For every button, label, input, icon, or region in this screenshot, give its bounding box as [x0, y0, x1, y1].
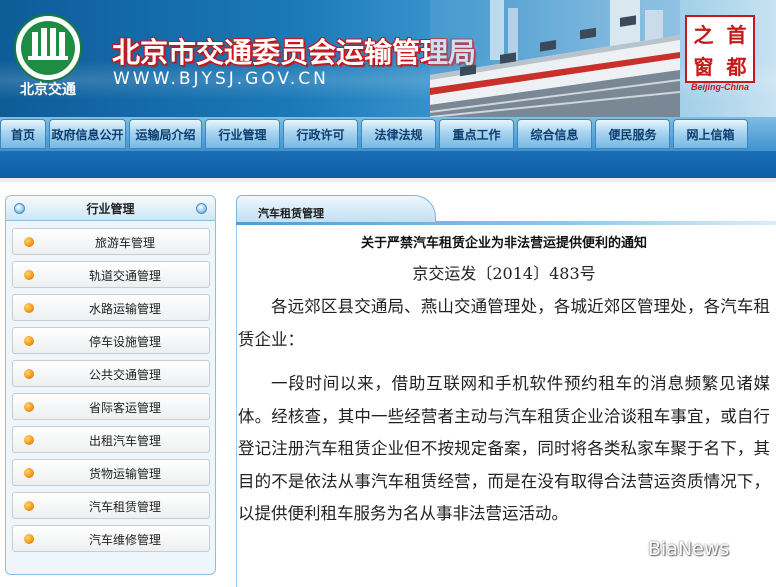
orange-bullet-icon — [24, 501, 34, 511]
bjjt-logo-icon[interactable]: 北京交通 — [8, 10, 88, 102]
seal-char: 都 — [726, 54, 747, 79]
article-paragraph: 一段时间以来，借助互联网和手机软件预约租车的消息频繁见诸媒体。经核查，其中一些经… — [238, 374, 770, 523]
sidebar-item-label: 停车设施管理 — [88, 335, 161, 349]
logo-text: 北京交通 — [20, 82, 76, 98]
sidebar-item-tourist-bus[interactable]: 旅游车管理 — [12, 228, 210, 255]
tab-label: 汽车租赁管理 — [258, 207, 324, 220]
nav-item-industry-mgmt[interactable]: 行业管理 — [205, 119, 280, 149]
seal-char: 首 — [726, 22, 747, 47]
nav-item-public-service[interactable]: 便民服务 — [595, 119, 670, 149]
orange-bullet-icon — [24, 534, 34, 544]
sidebar-item-label: 轨道交通管理 — [88, 269, 161, 283]
sidebar-item-public-transit[interactable]: 公共交通管理 — [12, 360, 210, 387]
content-border — [236, 225, 237, 587]
sidebar-item-label: 货物运输管理 — [88, 467, 161, 481]
sidebar-item-label: 水路运输管理 — [88, 302, 161, 316]
nav-item-mailbox[interactable]: 网上信箱 — [673, 119, 748, 149]
site-url: WWW.BJYSJ.GOV.CN — [113, 69, 329, 89]
sidebar-item-parking[interactable]: 停车设施管理 — [12, 327, 210, 354]
seal-box: 之 首 窗 都 — [685, 15, 755, 83]
sidebar-item-waterway[interactable]: 水路运输管理 — [12, 294, 210, 321]
sidebar-item-taxi[interactable]: 出租汽车管理 — [12, 426, 210, 453]
nav-item-gov-info[interactable]: 政府信息公开 — [49, 119, 126, 149]
nav-item-general-info[interactable]: 综合信息 — [517, 119, 592, 149]
orange-bullet-icon — [24, 468, 34, 478]
tab-car-rental[interactable]: 汽车租赁管理 — [236, 195, 436, 222]
main-nav-items: 首页 政府信息公开 运输局介绍 行业管理 行政许可 法律法规 重点工作 综合信息… — [0, 119, 751, 149]
capital-window-seal: 之 首 窗 都 Beijing-China — [685, 15, 755, 95]
sidebar-item-intercity-bus[interactable]: 省际客运管理 — [12, 393, 210, 420]
sidebar-item-car-rental[interactable]: 汽车租赁管理 — [12, 492, 210, 519]
nav-item-admin-license[interactable]: 行政许可 — [283, 119, 358, 149]
orange-bullet-icon — [24, 402, 34, 412]
orange-bullet-icon — [24, 270, 34, 280]
orange-bullet-icon — [24, 435, 34, 445]
article-paragraph: 各远郊区县交通局、燕山交通管理处，各城近郊区管理处，各汽车租赁企业： — [238, 297, 770, 349]
document-number: 京交运发〔2014〕483号 — [412, 264, 596, 283]
nav-item-key-work[interactable]: 重点工作 — [439, 119, 514, 149]
seal-char: 窗 — [693, 54, 714, 79]
sidebar-item-freight[interactable]: 货物运输管理 — [12, 459, 210, 486]
orange-bullet-icon — [24, 369, 34, 379]
sidebar-item-label: 出租汽车管理 — [88, 434, 161, 448]
sidebar-item-label: 省际客运管理 — [88, 401, 161, 415]
sidebar-header: 行业管理 — [6, 196, 215, 221]
sidebar-menu: 旅游车管理 轨道交通管理 水路运输管理 停车设施管理 公共交通管理 省际客运管理… — [12, 228, 210, 558]
nav-item-laws[interactable]: 法律法规 — [361, 119, 436, 149]
sidebar-item-label: 旅游车管理 — [94, 236, 155, 250]
seal-caption: Beijing-China — [691, 82, 749, 92]
header-dot-icon — [196, 203, 207, 214]
sidebar-item-label: 公共交通管理 — [88, 368, 161, 382]
watermark: BiaNews — [612, 534, 762, 564]
sidebar-item-car-repair[interactable]: 汽车维修管理 — [12, 525, 210, 552]
nav-item-home[interactable]: 首页 — [0, 119, 46, 149]
sidebar: 行业管理 旅游车管理 轨道交通管理 水路运输管理 停车设施管理 公共交通管理 省… — [5, 195, 216, 575]
site-header: 北京交通 北京市交通委员会运输管理局 WWW.BJYSJ.GOV.CN 之 首 — [0, 0, 776, 117]
wechat-icon — [613, 537, 641, 559]
sidebar-title: 行业管理 — [86, 202, 135, 216]
article-title: 关于严禁汽车租赁企业为非法营运提供便利的通知 — [360, 236, 647, 251]
header-train-photo — [429, 0, 681, 117]
sidebar-item-rail-transit[interactable]: 轨道交通管理 — [12, 261, 210, 288]
main-nav: 首页 政府信息公开 运输局介绍 行业管理 行政许可 法律法规 重点工作 综合信息… — [0, 117, 776, 151]
watermark-text: BiaNews — [648, 538, 730, 560]
nav-band-divider — [0, 178, 776, 182]
orange-bullet-icon — [24, 336, 34, 346]
orange-bullet-icon — [24, 237, 34, 247]
sidebar-item-label: 汽车维修管理 — [88, 533, 161, 547]
orange-bullet-icon — [24, 303, 34, 313]
site-title: 北京市交通委员会运输管理局 — [112, 36, 477, 69]
sidebar-item-label: 汽车租赁管理 — [88, 500, 161, 514]
nav-item-bureau-intro[interactable]: 运输局介绍 — [129, 119, 202, 149]
nav-band — [0, 151, 776, 178]
content-tabbar: 汽车租赁管理 — [236, 193, 776, 225]
seal-char: 之 — [693, 22, 714, 47]
